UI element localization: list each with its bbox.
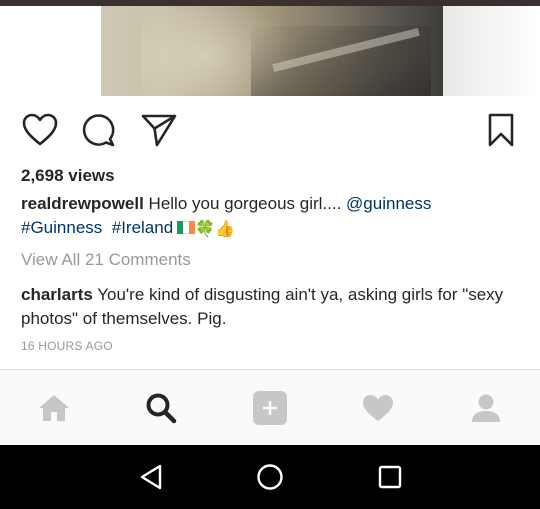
comment-username[interactable]: charlarts: [21, 285, 93, 304]
view-count[interactable]: 2,698 views: [21, 166, 115, 186]
comment-icon: [82, 114, 115, 147]
save-button[interactable]: [481, 110, 521, 150]
heart-icon: [22, 113, 58, 146]
clover-icon: 🍀: [195, 221, 216, 238]
tab-home[interactable]: [24, 370, 84, 446]
tab-search[interactable]: [131, 370, 191, 446]
android-navigation-bar: [0, 445, 540, 509]
activity-heart-icon: [363, 395, 393, 421]
android-home-button[interactable]: [248, 457, 292, 497]
search-icon: [146, 393, 177, 424]
tab-profile[interactable]: [456, 370, 516, 446]
home-circle-icon: [257, 464, 283, 490]
post-image[interactable]: [0, 6, 540, 96]
ireland-flag-icon: [177, 221, 196, 234]
hashtag-link[interactable]: #Ireland: [112, 218, 173, 237]
recents-icon: [378, 465, 402, 489]
post-caption: realdrewpowell Hello you gorgeous girl..…: [21, 192, 521, 242]
action-bar: [0, 110, 540, 150]
hashtag-link[interactable]: #Guinness: [21, 218, 102, 237]
caption-text: Hello you gorgeous girl....: [143, 194, 347, 213]
photo-content: [101, 6, 443, 96]
bookmark-icon: [488, 113, 514, 147]
view-all-comments-link[interactable]: View All 21 Comments: [21, 250, 191, 270]
like-button[interactable]: [20, 110, 60, 150]
comment-text: You're kind of disgusting ain't ya, aski…: [21, 285, 504, 328]
share-icon: [141, 114, 177, 147]
android-recents-button[interactable]: [368, 457, 412, 497]
tab-add[interactable]: [240, 370, 300, 446]
back-icon: [140, 464, 162, 490]
comment-button[interactable]: [78, 110, 118, 150]
android-back-button[interactable]: [129, 457, 173, 497]
mention-link[interactable]: @guinness: [346, 194, 431, 213]
bottom-tab-bar: [0, 369, 540, 445]
profile-icon: [472, 394, 500, 422]
home-icon: [39, 395, 69, 421]
add-icon: [253, 391, 287, 425]
tab-activity[interactable]: [348, 370, 408, 446]
comment: charlarts You're kind of disgusting ain'…: [21, 283, 526, 331]
post-timestamp: 16 HOURS AGO: [21, 339, 113, 353]
share-button[interactable]: [139, 110, 179, 150]
thumbs-up-icon: 👍: [215, 221, 236, 238]
caption-username[interactable]: realdrewpowell: [21, 194, 144, 213]
